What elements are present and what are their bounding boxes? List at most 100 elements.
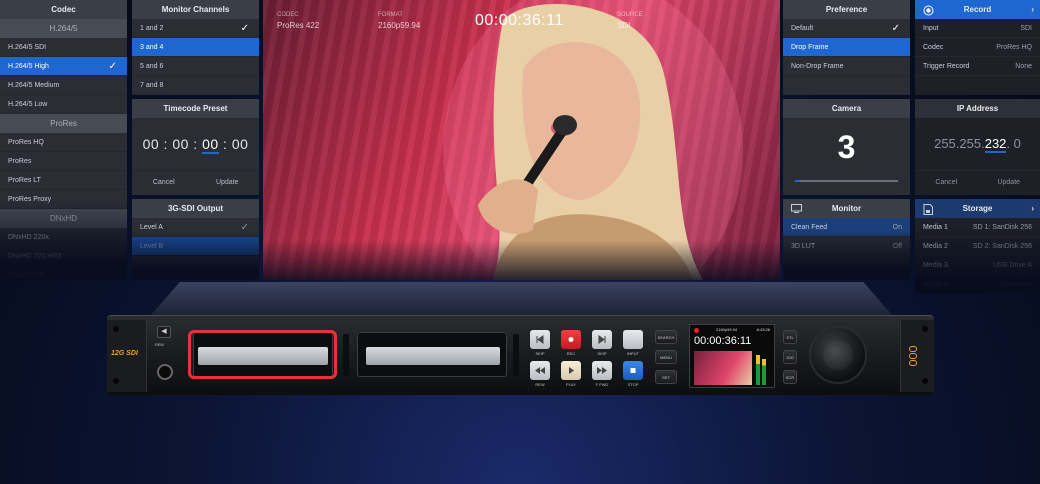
channel-item-label: 5 and 6 [140,63,164,70]
codec-item-dnxhd-220hrx[interactable]: DNxHD 220 HRX [0,247,127,266]
record-trigger-row[interactable]: Trigger Record None [915,57,1040,76]
monitor-title-text: Monitor [831,204,862,213]
preference-drop-frame[interactable]: Drop Frame [783,38,910,57]
codec-item-prores[interactable]: ProRes [0,152,127,171]
record-row-value: SDI [1020,25,1032,32]
shuttle-button[interactable]: STL [783,330,797,344]
jog-wheel[interactable] [809,326,867,384]
record-input-row[interactable]: Input SDI [915,19,1040,38]
codec-item-prores-proxy[interactable]: ProRes Proxy [0,190,127,209]
speaker-button[interactable]: ◀ [157,326,171,338]
sdi-level-a[interactable]: Level A ✓ [132,218,259,237]
record-panel: Record › Input SDI Codec ProRes HQ Trigger… [915,0,1040,95]
ip-octet[interactable]: 255. [959,136,984,151]
storage-title[interactable]: Storage › [915,199,1040,218]
preference-non-drop-frame[interactable]: Non-Drop Frame [783,57,910,76]
jog-button[interactable]: JOG [783,350,797,364]
menu-button-label: MENU [660,355,672,360]
timecode-frames[interactable]: 00 [232,136,249,152]
sdi-level-b[interactable]: Level B [132,237,259,256]
record-codec-row[interactable]: Codec ProRes HQ [915,38,1040,57]
storage-media-3[interactable]: Media 3 USB Drive A [915,256,1040,275]
record-button[interactable] [561,330,581,349]
monitor-item-value: On [892,224,902,231]
ip-address-panel: IP Address 255.255.232. 0 Cancel Update [915,99,1040,195]
record-row-label: Trigger Record [923,63,970,70]
stop-button[interactable] [623,361,643,380]
codec-item-label: DNxHD 145 [8,272,46,279]
bmd-logo-icon [909,346,917,368]
codec-item-h264-low[interactable]: H.264/5 Low [0,95,127,114]
brand-logo: 12G SDI [111,350,138,357]
scroll-button[interactable]: SCR [783,370,797,384]
ip-address-editor[interactable]: 255.255.232. 0 [915,118,1040,170]
ip-octet-active[interactable]: 232 [984,136,1007,153]
record-title[interactable]: Record › [915,0,1040,19]
storage-media-2[interactable]: Media 2 SD 2: SanDisk 256 [915,237,1040,256]
update-button[interactable]: Update [978,171,1040,194]
channel-item-7-8[interactable]: 7 and 8 [132,76,259,95]
ip-address-title: IP Address [915,99,1040,118]
monitor-clean-feed[interactable]: Clean Feed On [783,218,910,237]
fast-forward-button[interactable] [592,361,612,380]
codec-item-prores-hq[interactable]: ProRes HQ [0,133,127,152]
storage-row-label: Media 1 [923,224,948,231]
storage-media-4[interactable]: Media 4 Network A [915,275,1040,294]
codec-item-h264-medium[interactable]: H.264/5 Medium [0,76,127,95]
preference-panel: Preference Default ✓ Drop Frame Non-Drop … [783,0,910,95]
codec-item-label: ProRes LT [8,177,41,184]
search-button[interactable]: SEARCH [655,330,677,344]
codec-item-dnxhd-220x[interactable]: DNxHD 220x [0,228,127,247]
channel-item-1-2[interactable]: 1 and 2 ✓ [132,19,259,38]
monitor-3d-lut[interactable]: 3D LUT Off [783,237,910,256]
ip-octet[interactable]: . 0 [1006,136,1020,151]
codec-item-label: DNxHD 220x [8,234,49,241]
channel-item-label: 3 and 4 [140,44,164,51]
channel-item-3-4[interactable]: 3 and 4 [132,38,259,57]
cancel-button[interactable]: Cancel [915,171,978,194]
menu-button[interactable]: MENU [655,350,677,364]
channel-item-5-6[interactable]: 5 and 6 [132,57,259,76]
storage-media-1[interactable]: Media 1 SD 1: SanDisk 256 [915,218,1040,237]
headphone-jack[interactable] [157,364,173,380]
chevron-right-icon: › [1031,5,1034,14]
codec-item-h264-sdi[interactable]: H.264/5 SDI [0,38,127,57]
codec-item-dnxhd-145[interactable]: DNxHD 145 [0,266,127,280]
hud-source-value: SDI [617,21,631,30]
scroll-button-label: SCR [785,375,795,380]
timecode-editor[interactable]: 00 : 00 : 00 : 00 [132,118,259,170]
codec-item-label: ProRes [8,158,32,165]
sdi-level-label: Level B [140,243,164,250]
camera-panel: Camera 3 [783,99,910,195]
timecode-minutes[interactable]: 00 [172,136,189,152]
timecode-hours[interactable]: 00 [143,136,160,152]
skip-forward-button[interactable] [592,330,612,349]
record-indicator-icon [694,328,699,333]
rewind-button[interactable] [530,361,550,380]
shuttle-button-label: STL [786,335,794,340]
camera-slider[interactable] [795,180,898,182]
update-button[interactable]: Update [196,171,260,194]
codec-section-h264: H.264/5 [0,19,127,38]
storage-panel: Storage › Media 1 SD 1: SanDisk 256 Media… [915,199,1040,294]
check-icon: ✓ [891,23,900,34]
set-button[interactable]: SET [655,370,677,384]
cancel-button[interactable]: Cancel [132,171,196,194]
ip-octet[interactable]: 255. [934,136,959,151]
chevron-right-icon: › [1031,204,1034,213]
input-button[interactable] [623,330,643,349]
timecode-seconds[interactable]: 00 [202,136,219,154]
lcd-timecode: 00:00:36:11 [694,335,752,347]
rewind-label: REW [535,382,545,387]
hud-format-value: 2160p59.94 [378,21,421,30]
preference-default[interactable]: Default ✓ [783,19,910,38]
codec-item-label: H.264/5 Medium [8,82,60,89]
codec-item-prores-lt[interactable]: ProRes LT [0,171,127,190]
codec-item-h264-high[interactable]: H.264/5 High ✓ [0,57,127,76]
record-row-label: Input [923,25,939,32]
monitor-title: Monitor [783,199,910,218]
sd-slot-2[interactable] [357,332,507,377]
skip-back-button[interactable] [530,330,550,349]
play-button[interactable] [561,361,581,380]
play-label: PLAY [566,382,576,387]
